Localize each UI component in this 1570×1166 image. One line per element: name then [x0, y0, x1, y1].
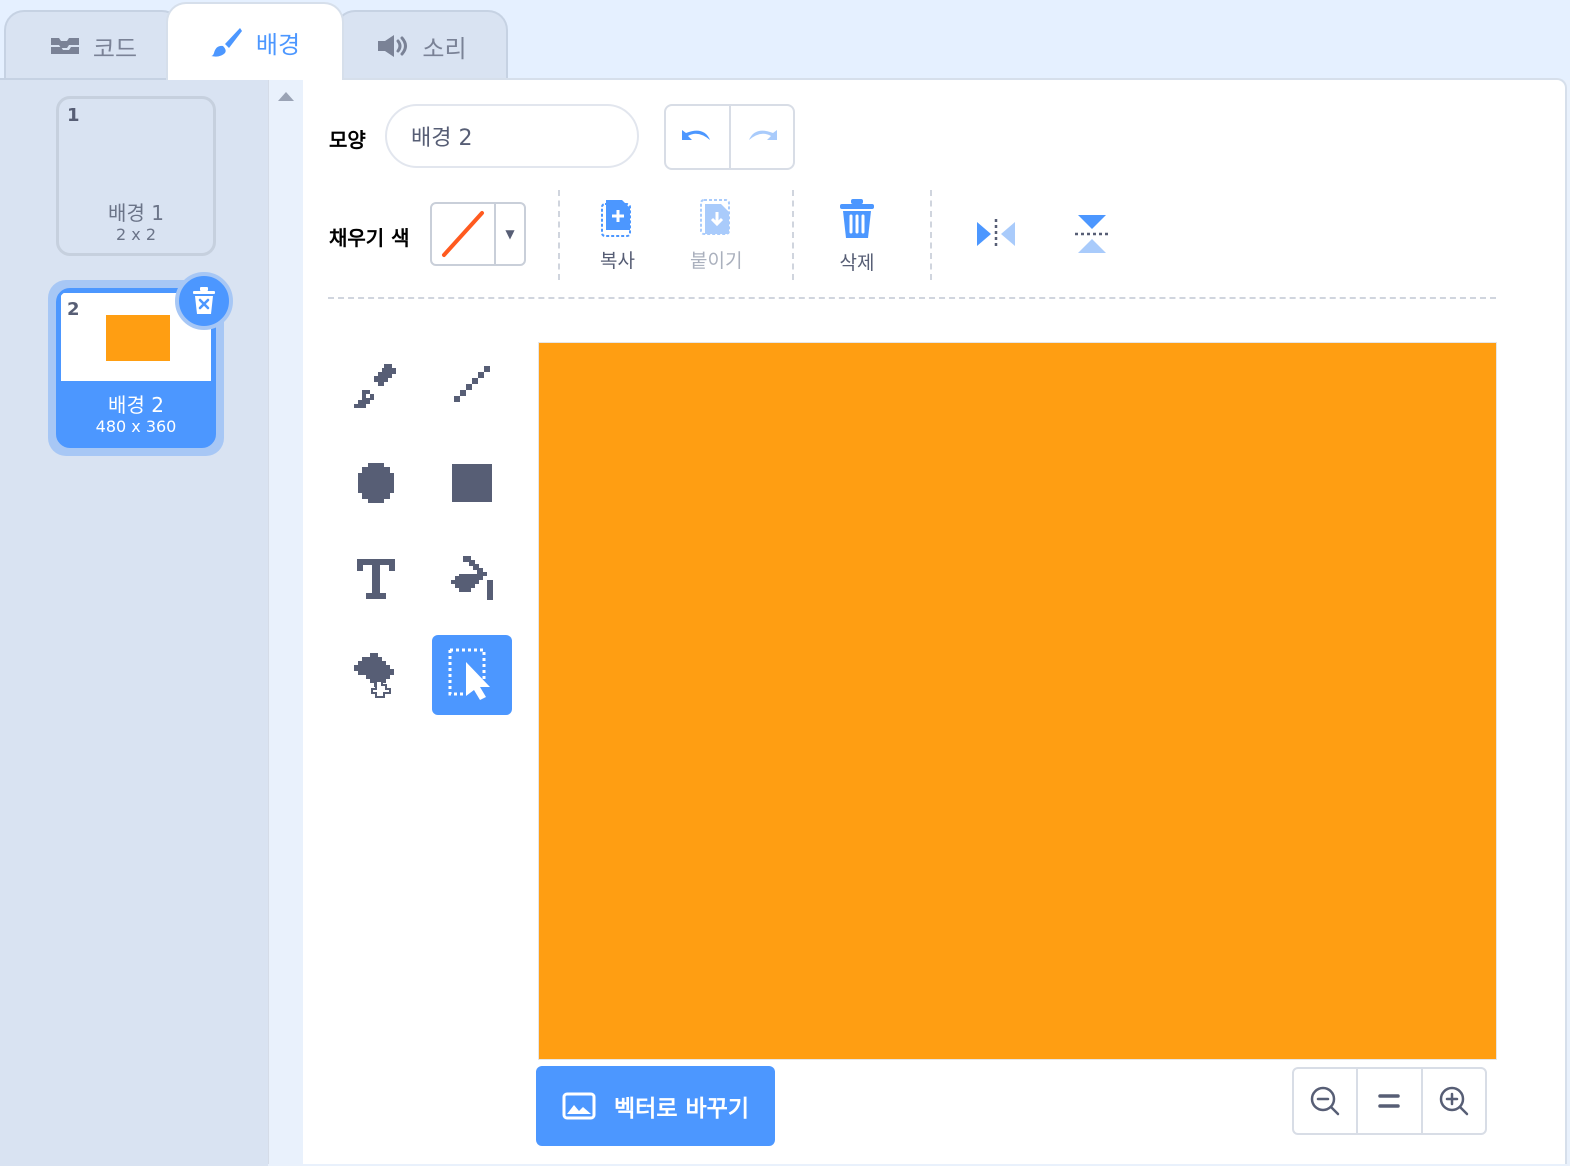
- tab-backdrops-label: 배경: [255, 30, 301, 59]
- costume-number: 1: [67, 105, 80, 126]
- convert-to-vector-label: 벡터로 바꾸기: [614, 1096, 749, 1122]
- no-fill-slash-icon: [442, 211, 484, 257]
- toolbar-divider: [558, 190, 560, 280]
- toolbar-divider: [930, 190, 932, 280]
- zoom-reset-button[interactable]: [1356, 1069, 1420, 1133]
- paste-label: 붙이기: [690, 250, 743, 272]
- speaker-icon: [376, 33, 410, 59]
- costume-thumbnail-image: [106, 315, 170, 361]
- trash-icon: [840, 199, 874, 238]
- brush-icon: [210, 25, 244, 59]
- image-icon: [562, 1092, 596, 1120]
- select-marquee-icon: [448, 648, 490, 700]
- zoom-controls: [1292, 1067, 1487, 1135]
- toolbar-separator: [328, 297, 1496, 299]
- costume-list-scrollbar[interactable]: [268, 78, 304, 1164]
- costume-size: 480 x 360: [95, 417, 177, 436]
- zoom-out-button[interactable]: [1294, 1069, 1356, 1133]
- delete-costume-button[interactable]: [175, 272, 233, 330]
- flip-vertical-icon: [1075, 215, 1109, 253]
- fill-tool[interactable]: [432, 539, 512, 619]
- undo-icon: [682, 130, 711, 140]
- circle-tool[interactable]: [336, 443, 416, 523]
- zoom-in-icon: [1439, 1086, 1469, 1116]
- tab-sounds[interactable]: 소리: [335, 10, 508, 80]
- paste-icon: [700, 199, 731, 235]
- costume-name: 배경 1: [108, 201, 164, 225]
- eraser-tool[interactable]: [336, 635, 416, 715]
- equals-icon: [1378, 1094, 1401, 1108]
- undo-redo-group: [664, 104, 795, 170]
- code-icon: [49, 34, 81, 58]
- copy-button[interactable]: 복사: [600, 198, 635, 273]
- undo-button[interactable]: [666, 106, 729, 168]
- trash-close-icon: [193, 287, 215, 314]
- line-icon: [454, 366, 490, 402]
- costume-name: 배경 2: [108, 393, 164, 417]
- circle-icon: [358, 463, 394, 503]
- costume-size: 2 x 2: [116, 225, 156, 244]
- scroll-up-arrow-icon[interactable]: [278, 92, 294, 101]
- flip-vertical-button[interactable]: [1052, 194, 1132, 274]
- redo-button[interactable]: [728, 106, 794, 168]
- eraser-icon: [354, 653, 394, 698]
- flip-horizontal-button[interactable]: [956, 194, 1036, 274]
- costume-tile-1[interactable]: 1 배경 1 2 x 2: [56, 96, 216, 256]
- zoom-out-icon: [1310, 1086, 1340, 1116]
- brush-tool[interactable]: [336, 346, 416, 426]
- text-icon: [357, 559, 395, 599]
- copy-label: 복사: [600, 250, 635, 272]
- paint-canvas[interactable]: [538, 342, 1497, 1060]
- delete-button[interactable]: 삭제: [837, 198, 877, 275]
- costume-number: 2: [67, 299, 80, 320]
- fill-color-picker[interactable]: ▼: [430, 202, 526, 266]
- costume-name-label: 모양: [329, 128, 366, 152]
- paste-button[interactable]: 붙이기: [690, 198, 742, 273]
- rectangle-icon: [452, 464, 492, 502]
- select-tool[interactable]: [432, 635, 512, 715]
- toolbar-divider: [792, 190, 794, 280]
- bitmap-brush-icon: [354, 364, 396, 408]
- zoom-in-button[interactable]: [1420, 1069, 1485, 1133]
- line-tool[interactable]: [432, 346, 512, 426]
- tab-sounds-label: 소리: [422, 34, 467, 63]
- convert-to-vector-button[interactable]: 벡터로 바꾸기: [536, 1066, 775, 1146]
- tab-backdrops[interactable]: 배경: [166, 2, 344, 80]
- fill-color-label: 채우기 색: [329, 226, 410, 250]
- rectangle-tool[interactable]: [432, 443, 512, 523]
- tab-code[interactable]: 코드: [4, 10, 182, 80]
- fill-color-dropdown-arrow-icon[interactable]: ▼: [496, 204, 524, 264]
- fill-color-swatch[interactable]: [432, 204, 496, 264]
- flip-horizontal-icon: [977, 219, 1015, 249]
- delete-label: 삭제: [839, 252, 875, 274]
- redo-icon: [748, 130, 777, 140]
- tab-code-label: 코드: [92, 34, 138, 63]
- paint-bucket-icon: [451, 556, 493, 600]
- costume-name-input[interactable]: [385, 104, 639, 168]
- copy-icon: [601, 200, 632, 237]
- text-tool[interactable]: [336, 539, 416, 619]
